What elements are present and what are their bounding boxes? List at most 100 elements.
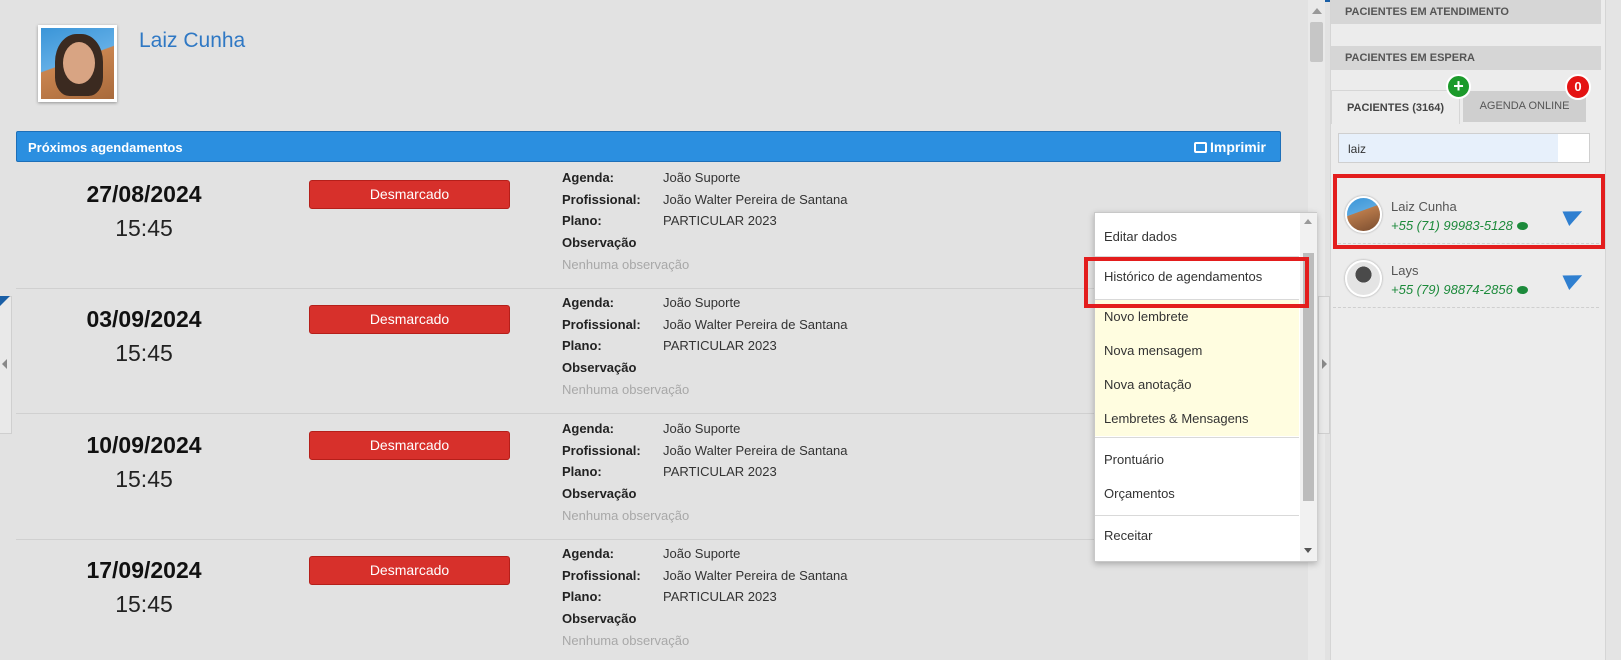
avatar: [1345, 260, 1382, 297]
observacao-label: Observação: [562, 360, 637, 375]
agenda-value: João Suporte: [663, 546, 741, 561]
profissional-label: Profissional:: [562, 317, 641, 332]
sidebar-scrollbar[interactable]: [1605, 0, 1621, 660]
status-badge[interactable]: Desmarcado: [309, 305, 510, 334]
observacao-value: Nenhuma observação: [562, 382, 690, 397]
observacao-label: Observação: [562, 611, 637, 626]
upcoming-appointments-header: Próximos agendamentos Imprimir: [16, 131, 1281, 162]
status-badge[interactable]: Desmarcado: [309, 431, 510, 460]
profissional-value: João Walter Pereira de Santana: [663, 192, 848, 207]
appointment-row: 03/09/2024 15:45 Desmarcado Agenda: João…: [16, 290, 1281, 414]
print-button[interactable]: Imprimir: [1193, 139, 1266, 155]
appointment-date: 27/08/2024: [86, 181, 202, 207]
printer-icon: [1193, 142, 1207, 153]
appointment-row: 17/09/2024 15:45 Desmarcado Agenda: João…: [16, 541, 1281, 660]
scroll-up-icon[interactable]: [1304, 219, 1312, 224]
profissional-value: João Walter Pereira de Santana: [663, 317, 848, 332]
agenda-label: Agenda:: [562, 421, 614, 436]
send-message-icon[interactable]: [1562, 267, 1586, 291]
scroll-down-icon[interactable]: [1304, 548, 1312, 553]
patient-list-item[interactable]: Laiz Cunha +55 (71) 99983-5128: [1333, 180, 1599, 244]
observacao-value: Nenhuma observação: [562, 257, 690, 272]
menu-scrollbar[interactable]: [1300, 213, 1317, 561]
patient-list-item[interactable]: Lays +55 (79) 98874-2856: [1333, 244, 1599, 308]
chat-icon: [1516, 222, 1528, 230]
patient-item-phone: +55 (79) 98874-2856: [1391, 282, 1528, 297]
appointment-time: 15:45: [115, 591, 173, 617]
plano-value: PARTICULAR 2023: [663, 213, 777, 228]
profissional-value: João Walter Pereira de Santana: [663, 443, 848, 458]
appointment-date: 10/09/2024: [86, 432, 202, 458]
chat-icon: [1516, 286, 1528, 294]
patient-phone-text: +55 (79) 98874-2856: [1391, 282, 1513, 297]
plano-label: Plano:: [562, 464, 602, 479]
scrollbar-thumb[interactable]: [1310, 22, 1323, 62]
waiting-header[interactable]: PACIENTES EM ESPERA: [1331, 46, 1601, 70]
agenda-value: João Suporte: [663, 170, 741, 185]
menu-item-novo-lembrete[interactable]: Novo lembrete: [1095, 300, 1299, 334]
add-patient-button[interactable]: +: [1446, 74, 1471, 99]
patient-name: Laiz Cunha: [139, 29, 246, 52]
appointment-date: 17/09/2024: [86, 557, 202, 583]
observacao-label: Observação: [562, 235, 637, 250]
send-message-icon[interactable]: [1562, 203, 1586, 227]
menu-divider: [1095, 256, 1299, 257]
observacao-value: Nenhuma observação: [562, 508, 690, 523]
online-count-badge: 0: [1565, 74, 1591, 100]
patient-phone-text: +55 (71) 99983-5128: [1391, 218, 1513, 233]
agenda-value: João Suporte: [663, 421, 741, 436]
menu-item-editar-dados[interactable]: Editar dados: [1095, 220, 1299, 254]
tab-pacientes[interactable]: PACIENTES (3164): [1331, 90, 1460, 124]
menu-item-lembretes-mensagens[interactable]: Lembretes & Mensagens: [1095, 402, 1299, 436]
menu-item-orcamentos[interactable]: Orçamentos: [1095, 477, 1299, 511]
agenda-value: João Suporte: [663, 295, 741, 310]
patients-sidebar: PACIENTES EM ATENDIMENTO PACIENTES EM ES…: [1330, 0, 1621, 660]
profissional-label: Profissional:: [562, 192, 641, 207]
appointment-time: 15:45: [115, 466, 173, 492]
patient-item-phone: +55 (71) 99983-5128: [1391, 218, 1528, 233]
menu-divider: [1095, 437, 1299, 438]
plano-value: PARTICULAR 2023: [663, 589, 777, 604]
plano-value: PARTICULAR 2023: [663, 464, 777, 479]
appointment-time: 15:45: [115, 340, 173, 366]
in-service-header[interactable]: PACIENTES EM ATENDIMENTO: [1331, 0, 1601, 24]
menu-item-prontuario[interactable]: Prontuário: [1095, 443, 1299, 477]
left-panel-toggle[interactable]: [0, 296, 12, 434]
agenda-label: Agenda:: [562, 546, 614, 561]
avatar-face: [63, 42, 95, 84]
observacao-value: Nenhuma observação: [562, 633, 690, 648]
menu-item-historico-agendamentos[interactable]: Histórico de agendamentos: [1095, 260, 1299, 294]
menu-divider: [1095, 515, 1299, 516]
patient-context-menu: Editar dados Histórico de agendamentos N…: [1094, 212, 1317, 562]
patient-avatar: [38, 25, 117, 102]
chevron-left-icon: [2, 359, 7, 369]
agenda-label: Agenda:: [562, 295, 614, 310]
patient-search-input[interactable]: [1338, 133, 1590, 163]
status-badge[interactable]: Desmarcado: [309, 556, 510, 585]
scrollbar-thumb[interactable]: [1303, 253, 1314, 501]
menu-item-nova-mensagem[interactable]: Nova mensagem: [1095, 334, 1299, 368]
scroll-up-icon[interactable]: [1312, 8, 1322, 14]
observacao-label: Observação: [562, 486, 637, 501]
menu-item-nova-anotacao[interactable]: Nova anotação: [1095, 368, 1299, 402]
agenda-label: Agenda:: [562, 170, 614, 185]
upcoming-appointments-title: Próximos agendamentos: [28, 140, 183, 155]
appointment-date: 03/09/2024: [86, 306, 202, 332]
plano-label: Plano:: [562, 338, 602, 353]
plano-label: Plano:: [562, 589, 602, 604]
chevron-right-icon: [1322, 359, 1327, 369]
profissional-label: Profissional:: [562, 568, 641, 583]
status-badge[interactable]: Desmarcado: [309, 180, 510, 209]
profissional-value: João Walter Pereira de Santana: [663, 568, 848, 583]
avatar: [1345, 196, 1382, 233]
appointment-time: 15:45: [115, 215, 173, 241]
patient-item-name: Lays: [1391, 263, 1419, 278]
plano-value: PARTICULAR 2023: [663, 338, 777, 353]
profissional-label: Profissional:: [562, 443, 641, 458]
appointment-row: 10/09/2024 15:45 Desmarcado Agenda: João…: [16, 416, 1281, 540]
right-panel-toggle[interactable]: [1318, 296, 1330, 434]
menu-item-receitar[interactable]: Receitar: [1095, 519, 1299, 553]
patient-item-name: Laiz Cunha: [1391, 199, 1457, 214]
print-label: Imprimir: [1209, 139, 1266, 155]
corner-marker: [0, 296, 10, 306]
